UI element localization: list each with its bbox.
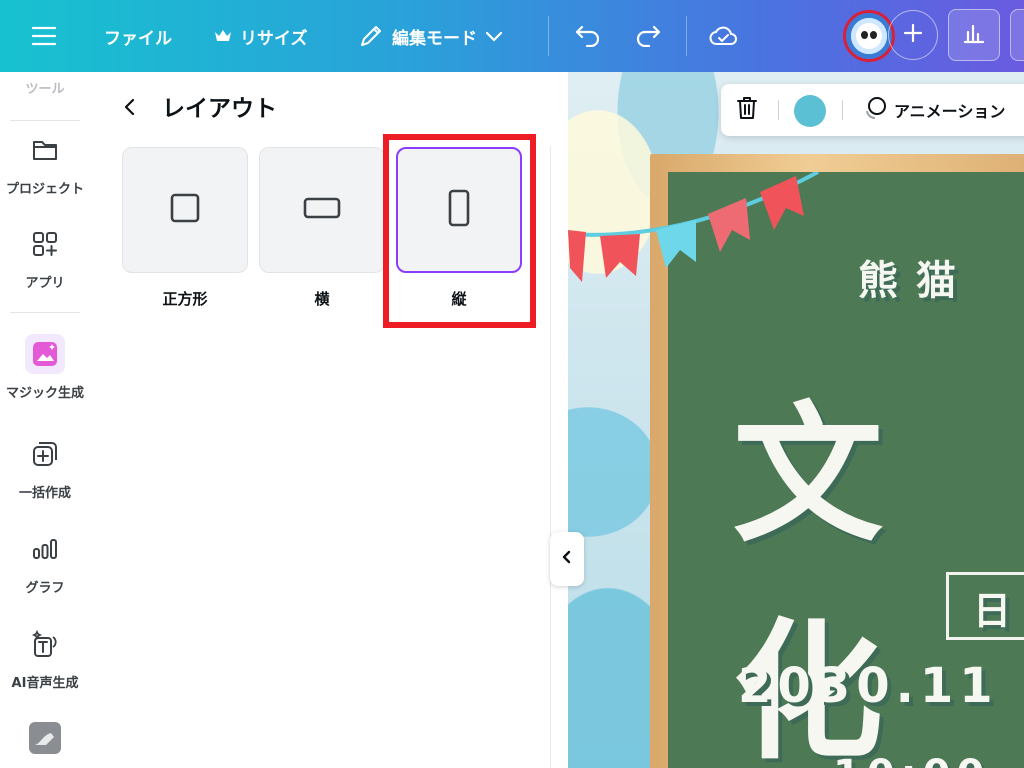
square-layout-icon	[169, 192, 201, 228]
insights-button[interactable]	[948, 9, 1000, 61]
fill-color-swatch[interactable]	[794, 95, 826, 127]
panda-icon	[856, 23, 882, 49]
rail-item-bulk-create[interactable]: 一括作成	[0, 434, 90, 501]
rail-item-magic-media[interactable]: マジック生成	[0, 334, 90, 401]
rail-item-apps[interactable]: アプリ	[0, 224, 90, 291]
bunting-decoration	[568, 172, 819, 282]
menu-icon[interactable]	[32, 0, 56, 72]
chart-bars-icon	[25, 529, 65, 569]
edit-mode-dropdown[interactable]: 編集モード	[358, 0, 503, 72]
bar-chart-icon	[962, 22, 986, 48]
app-thumbnail-icon	[25, 718, 65, 758]
toolbar-divider	[778, 100, 779, 120]
layout-option-label: 正方形	[162, 290, 208, 308]
rail-label: AI音声生成	[11, 676, 79, 691]
redo-icon[interactable]	[634, 0, 662, 72]
plus-icon	[903, 23, 923, 47]
top-toolbar: ファイル リサイズ 編集モード	[0, 0, 1024, 72]
toolbar-divider	[548, 16, 549, 56]
toolbar-divider	[686, 16, 687, 56]
animation-button[interactable]: アニメーション	[862, 95, 1005, 125]
rail-item-ai-voice[interactable]: AI音声生成	[0, 624, 90, 691]
toolbar-divider	[842, 100, 843, 120]
folder-icon	[25, 130, 65, 170]
file-menu-label: ファイル	[104, 28, 172, 49]
rail-item-extra[interactable]	[0, 718, 90, 758]
design-canvas[interactable]: 熊猫 文化 日 2030.11 10:00	[568, 72, 1024, 768]
layout-option-landscape[interactable]	[259, 147, 385, 273]
layout-option-label: 横	[314, 290, 330, 308]
rail-label: アプリ	[25, 276, 65, 291]
add-collaborator-button[interactable]	[888, 10, 938, 60]
rail-label: プロジェクト	[5, 182, 84, 197]
crown-icon	[214, 29, 232, 43]
magic-media-icon	[25, 334, 65, 374]
canvas-text-line3[interactable]: 日	[973, 580, 1011, 635]
apps-grid-icon	[25, 224, 65, 264]
selection-highlight-box	[383, 134, 536, 328]
delete-button[interactable]	[733, 94, 761, 126]
trash-icon	[735, 95, 759, 125]
panel-scroll-divider	[550, 146, 551, 768]
rail-label: マジック生成	[5, 386, 84, 401]
tools-label: ツール	[25, 82, 65, 97]
animation-icon	[862, 95, 888, 125]
animation-label: アニメーション	[894, 102, 1006, 121]
bulk-create-icon	[25, 434, 65, 474]
cloud-saved-icon[interactable]	[708, 0, 740, 72]
rail-item-projects[interactable]: プロジェクト	[0, 130, 90, 197]
left-rail: ツール プロジェクト アプリ マジック生成 一括作成 グラフ AI音声生成	[0, 72, 90, 768]
landscape-layout-icon	[303, 196, 341, 224]
canvas-text-line5[interactable]: 10:00	[833, 752, 990, 768]
rail-label: グラフ	[25, 581, 65, 596]
chevron-down-icon	[485, 30, 503, 42]
chevron-left-icon	[123, 97, 137, 121]
file-menu-button[interactable]: ファイル	[104, 0, 172, 72]
rail-item-charts[interactable]: グラフ	[0, 529, 90, 596]
back-button[interactable]	[118, 92, 142, 126]
canvas-text-line1[interactable]: 熊猫	[858, 248, 974, 306]
canvas-text-line4[interactable]: 2030.11	[738, 658, 999, 714]
layout-option-square[interactable]	[122, 147, 248, 273]
pencil-icon	[358, 23, 384, 49]
rail-label: 一括作成	[18, 486, 71, 501]
chevron-left-icon	[562, 549, 572, 569]
ai-voice-icon	[25, 624, 65, 664]
rail-divider	[10, 120, 80, 121]
resize-label: リサイズ	[240, 28, 308, 49]
undo-icon[interactable]	[574, 0, 602, 72]
collapse-panel-button[interactable]	[550, 532, 584, 586]
panel-title: レイアウト	[162, 96, 277, 122]
resize-button[interactable]: リサイズ	[214, 0, 308, 72]
share-button[interactable]	[1010, 9, 1024, 61]
edit-mode-label: 編集モード	[392, 28, 477, 49]
rail-divider	[10, 312, 80, 313]
